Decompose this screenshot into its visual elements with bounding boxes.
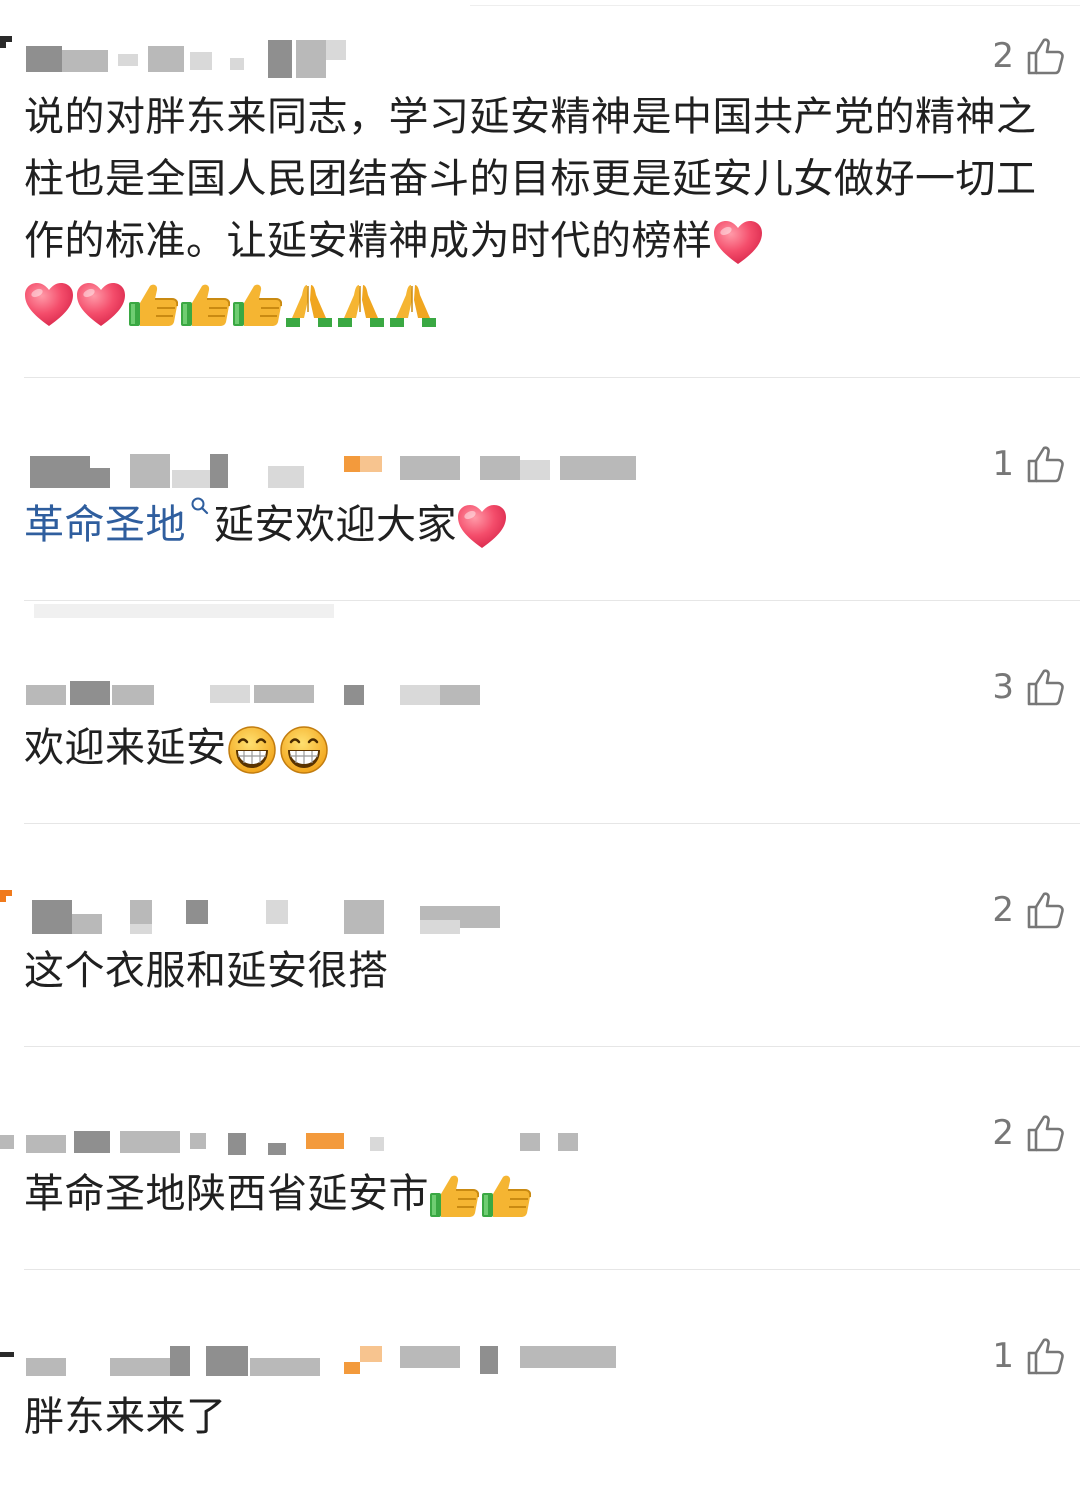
like-count: 1 [992,444,1014,484]
like-button[interactable]: 2 [992,36,1066,76]
thumbs-up-outline-icon[interactable] [1026,1336,1066,1376]
username-redacted [0,1332,660,1378]
comment-item: 2 说的对胖东来同志，学习延安精神是中国共产党的精神之柱也是全国人民团结奋斗的目… [0,22,1080,377]
thumbs-up-outline-icon[interactable] [1026,890,1066,930]
comment-body: 胖东来来了 [24,1394,227,1440]
like-button[interactable]: 3 [992,667,1066,707]
folded-hands-emoji [336,282,386,328]
username-redacted [0,663,660,709]
username-redacted [0,886,660,934]
username-redacted [0,32,660,78]
username-redacted [0,1109,660,1155]
comment-text: 胖东来来了 [24,1386,1064,1448]
like-count: 2 [992,1113,1014,1153]
comment-item: 1 胖东来来了 [0,1322,1080,1485]
grinning-face-emoji [227,725,277,775]
comment-divider [24,823,1080,824]
comment-text: 革命圣地陕西省延安市 [24,1163,1064,1225]
comment-body: 说的对胖东来同志，学习延安精神是中国共产党的精神之柱也是全国人民团结奋斗的目标更… [24,94,1037,264]
thumbs-up-emoji [232,282,282,328]
like-count: 3 [992,667,1014,707]
redacted-smear [34,604,334,618]
like-count: 1 [992,1336,1014,1376]
comment-item: 1 革命圣地 延安欢迎大家 [0,430,1080,600]
heart-emoji [76,282,126,328]
comment-text: 革命圣地 延安欢迎大家 [24,494,1064,556]
username-redacted [0,440,660,488]
comment-divider [24,600,1080,601]
like-button[interactable]: 1 [992,444,1066,484]
folded-hands-emoji [388,282,438,328]
comment-text: 这个衣服和延安很搭 [24,940,1064,1002]
comment-body: 延安欢迎大家 [214,502,457,548]
comment-body: 革命圣地陕西省延安市 [24,1171,429,1217]
top-divider [470,5,1080,6]
heart-emoji [457,504,507,550]
comment-body: 这个衣服和延安很搭 [24,948,389,994]
thumbs-up-emoji [429,1173,479,1219]
like-count: 2 [992,890,1014,930]
comment-divider [24,1046,1080,1047]
thumbs-up-outline-icon[interactable] [1026,36,1066,76]
comment-list: 2 说的对胖东来同志，学习延安精神是中国共产党的精神之柱也是全国人民团结奋斗的目… [0,0,1080,1485]
like-button[interactable]: 2 [992,1113,1066,1153]
comment-text: 说的对胖东来同志，学习延安精神是中国共产党的精神之柱也是全国人民团结奋斗的目标更… [24,86,1064,334]
like-count: 2 [992,36,1014,76]
comment-item: 3 欢迎来延安 [0,653,1080,823]
heart-emoji [24,282,74,328]
comment-item: 2 革命圣地陕西省延安市 [0,1099,1080,1269]
search-icon[interactable] [190,496,210,516]
thumbs-up-outline-icon[interactable] [1026,444,1066,484]
folded-hands-emoji [284,282,334,328]
thumbs-up-emoji [128,282,178,328]
thumbs-up-outline-icon[interactable] [1026,1113,1066,1153]
thumbs-up-emoji [180,282,230,328]
topic-link[interactable]: 革命圣地 [24,502,186,548]
grinning-face-emoji [279,725,329,775]
comment-item: 2 这个衣服和延安很搭 [0,876,1080,1046]
heart-emoji [713,220,763,266]
comment-body: 欢迎来延安 [24,725,227,771]
thumbs-up-outline-icon[interactable] [1026,667,1066,707]
like-button[interactable]: 1 [992,1336,1066,1376]
comment-text: 欢迎来延安 [24,717,1064,779]
comment-divider [24,377,1080,378]
comment-divider [24,1269,1080,1270]
thumbs-up-emoji [481,1173,531,1219]
like-button[interactable]: 2 [992,890,1066,930]
